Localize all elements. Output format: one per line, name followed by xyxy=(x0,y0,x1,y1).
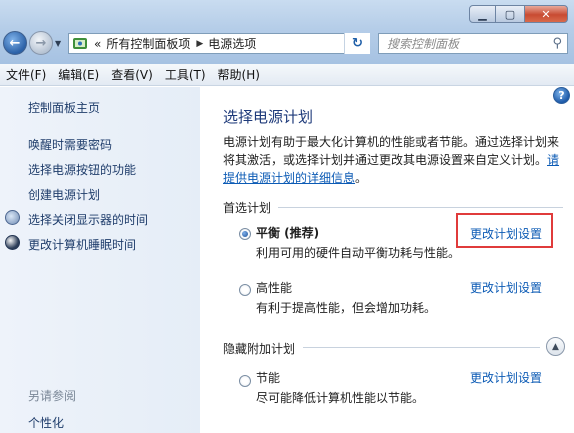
sidebar-item-sleep-time[interactable]: 更改计算机睡眠时间 xyxy=(28,236,136,253)
breadcrumb-power-options[interactable]: 电源选项 xyxy=(208,35,256,52)
menu-view[interactable]: 查看(V) xyxy=(111,66,153,83)
plan-power-saver-description: 尽可能降低计算机性能以节能。 xyxy=(256,391,425,405)
plan-power-saver-radio[interactable] xyxy=(239,375,251,387)
forward-button[interactable]: → xyxy=(29,31,53,55)
search-icon[interactable]: ⚲ xyxy=(552,36,562,51)
sidebar-item-display-off[interactable]: 选择关闭显示器的时间 xyxy=(28,211,148,228)
minimize-button[interactable]: ▁ xyxy=(469,5,496,23)
help-icon[interactable]: ? xyxy=(553,87,570,104)
window-buttons: ▁ ▢ ✕ xyxy=(469,5,568,23)
plan-high-performance-description: 有利于提高性能，但会增加功耗。 xyxy=(256,301,437,315)
back-button[interactable]: ← xyxy=(3,31,27,55)
page-description: 电源计划有助于最大化计算机的性能或者节能。通过选择计划来将其激活，或选择计划并通… xyxy=(223,133,563,187)
breadcrumb-all-items[interactable]: 所有控制面板项 xyxy=(106,35,190,52)
preferred-plans-heading: 首选计划 xyxy=(223,201,272,215)
sidebar-item-control-panel-home[interactable]: 控制面板主页 xyxy=(28,99,100,116)
section-divider xyxy=(303,347,540,348)
see-also-heading: 另请参阅 xyxy=(28,389,77,403)
sidebar-item-personalization[interactable]: 个性化 xyxy=(28,414,64,431)
plan-high-performance-change-settings-link[interactable]: 更改计划设置 xyxy=(470,279,542,296)
menu-help[interactable]: 帮助(H) xyxy=(218,66,260,83)
sleep-icon xyxy=(5,235,20,250)
close-button[interactable]: ✕ xyxy=(524,5,568,23)
plan-power-saver-name[interactable]: 节能 xyxy=(256,369,280,386)
menu-tools[interactable]: 工具(T) xyxy=(165,66,206,83)
sidebar-item-wake-password[interactable]: 唤醒时需要密码 xyxy=(28,136,112,153)
plan-high-performance-name[interactable]: 高性能 xyxy=(256,279,292,296)
description-text: 电源计划有助于最大化计算机的性能或者节能。通过选择计划来将其激活，或选择计划并通… xyxy=(223,135,560,167)
sidebar-item-power-button[interactable]: 选择电源按钮的功能 xyxy=(28,161,136,178)
menu-edit[interactable]: 编辑(E) xyxy=(58,66,99,83)
display-icon xyxy=(5,210,20,225)
menu-file[interactable]: 文件(F) xyxy=(6,66,46,83)
window-chrome: ▁ ▢ ✕ ← → ▼ « 所有控制面板项 ▶ 电源选项 ▼ ↻ 搜索控制面板 … xyxy=(0,0,574,64)
section-divider xyxy=(278,207,563,208)
description-end: 。 xyxy=(355,171,368,185)
highlight-box xyxy=(456,213,553,248)
left-navigation-pane: 控制面板主页 唤醒时需要密码 选择电源按钮的功能 创建电源计划 选择关闭显示器的… xyxy=(0,87,200,433)
address-prefix[interactable]: « xyxy=(94,37,101,51)
page-title: 选择电源计划 xyxy=(223,108,314,126)
maximize-button[interactable]: ▢ xyxy=(496,5,524,23)
control-panel-icon xyxy=(73,37,87,49)
collapse-hidden-plans-button[interactable]: ▲ xyxy=(546,337,565,356)
plan-power-saver-change-settings-link[interactable]: 更改计划设置 xyxy=(470,369,542,386)
plan-balanced-description: 利用可用的硬件自动平衡功耗与性能。 xyxy=(256,246,461,260)
plan-balanced-name[interactable]: 平衡 (推荐) xyxy=(256,224,319,241)
navigation-buttons: ← → ▼ xyxy=(3,31,61,55)
search-input[interactable]: 搜索控制面板 ⚲ xyxy=(378,33,568,54)
address-bar[interactable]: « 所有控制面板项 ▶ 电源选项 ▼ xyxy=(68,33,370,54)
menu-bar: 文件(F) 编辑(E) 查看(V) 工具(T) 帮助(H) xyxy=(0,64,574,86)
refresh-icon: ↻ xyxy=(352,36,363,51)
chevron-up-icon: ▲ xyxy=(552,341,559,352)
plan-high-performance-radio[interactable] xyxy=(239,284,251,296)
search-placeholder: 搜索控制面板 xyxy=(387,37,460,51)
plan-balanced-radio[interactable] xyxy=(239,228,251,240)
refresh-button[interactable]: ↻ xyxy=(344,33,370,54)
recent-pages-dropdown-icon[interactable]: ▼ xyxy=(55,39,61,48)
hidden-plans-heading: 隐藏附加计划 xyxy=(223,342,296,356)
chevron-right-icon[interactable]: ▶ xyxy=(196,39,203,49)
sidebar-item-create-plan[interactable]: 创建电源计划 xyxy=(28,186,100,203)
